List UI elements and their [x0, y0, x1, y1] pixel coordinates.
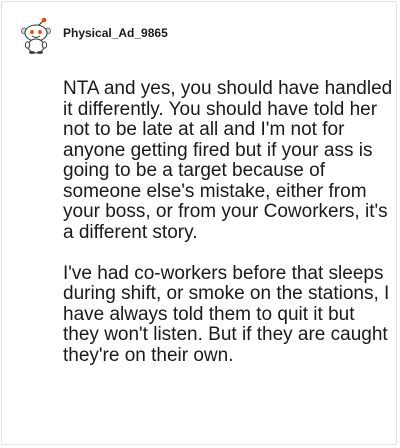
comment-paragraph-2: I've had co-workers before that sleeps d… [63, 262, 390, 366]
comment-paragraph-1: NTA and yes, you should have handled it … [63, 78, 393, 243]
comment-card: Physical_Ad_9865 NTA and yes, you should… [1, 1, 397, 445]
comment-body: NTA and yes, you should have handled it … [63, 78, 393, 387]
comment-username[interactable]: Physical_Ad_9865 [63, 26, 168, 40]
snoo-avatar-icon[interactable] [19, 16, 53, 54]
